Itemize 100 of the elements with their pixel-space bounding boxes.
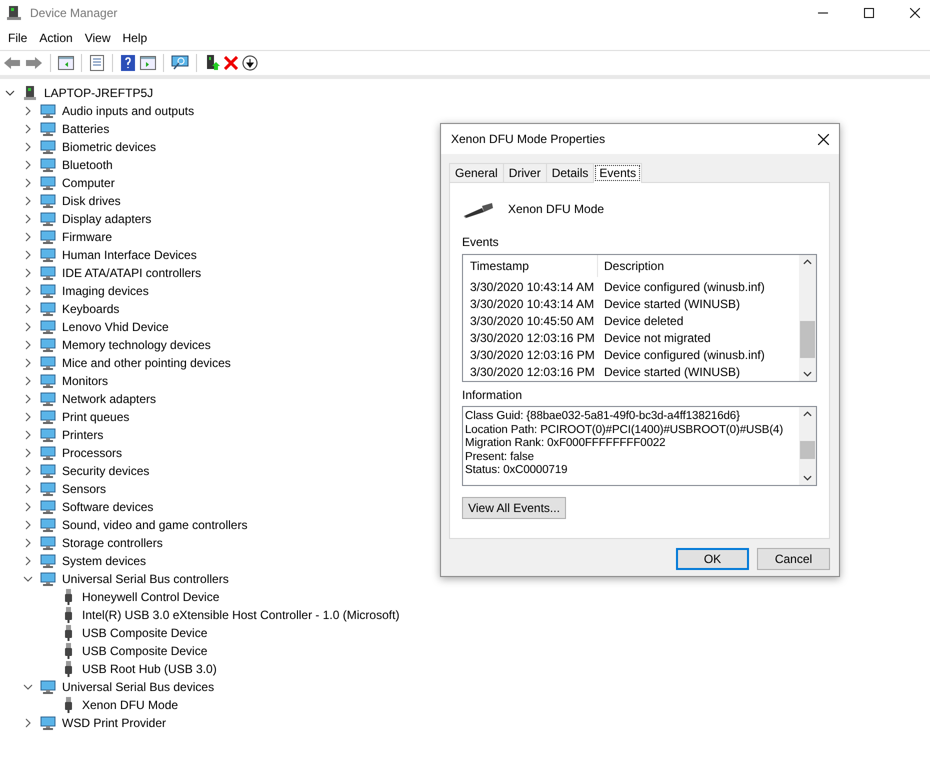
- chevron-icon[interactable]: [23, 412, 33, 422]
- tree-item[interactable]: Security devices: [62, 464, 150, 478]
- tree-item[interactable]: Processors: [62, 446, 122, 460]
- chevron-icon[interactable]: [23, 142, 33, 152]
- table-cell-text: Device configured (winusb.inf): [603, 280, 765, 294]
- menu-item[interactable]: Help: [116, 31, 154, 45]
- view-all-events-button[interactable]: View All Events...: [462, 497, 566, 519]
- scrollbar[interactable]: [799, 407, 816, 485]
- chevron-icon[interactable]: [23, 160, 33, 170]
- cancel-button[interactable]: Cancel: [757, 548, 830, 570]
- tree-item[interactable]: Print queues: [62, 410, 130, 424]
- tab[interactable]: General: [449, 163, 504, 182]
- chevron-icon[interactable]: [23, 466, 33, 476]
- tree-item[interactable]: Monitors: [62, 374, 108, 388]
- window-panel-icon[interactable]: [58, 55, 74, 71]
- chevron-icon[interactable]: [23, 448, 33, 458]
- tree-item[interactable]: Honeywell Control Device: [82, 590, 220, 604]
- tree-item[interactable]: USB Composite Device: [82, 626, 208, 640]
- close-icon[interactable]: [818, 134, 829, 144]
- chevron-icon[interactable]: [23, 214, 33, 224]
- tree-item[interactable]: Lenovo Vhid Device: [62, 320, 169, 334]
- tree-item[interactable]: Printers: [62, 428, 104, 442]
- chevron-icon[interactable]: [23, 322, 33, 332]
- help-icon[interactable]: [120, 55, 136, 71]
- column-header[interactable]: Timestamp: [463, 255, 598, 277]
- tree-item[interactable]: Bluetooth: [62, 158, 113, 172]
- scroll-down-icon[interactable]: [803, 475, 812, 481]
- down-arrow-circle-icon[interactable]: [242, 55, 258, 71]
- properties-sheet-icon[interactable]: [89, 55, 105, 71]
- menu-item[interactable]: Action: [33, 31, 79, 45]
- tab[interactable]: Events: [593, 163, 642, 183]
- chevron-icon[interactable]: [23, 520, 33, 530]
- chevron-icon[interactable]: [23, 394, 33, 404]
- menu-item[interactable]: View: [78, 31, 116, 45]
- tree-item[interactable]: USB Composite Device: [82, 644, 208, 658]
- tree-item[interactable]: Xenon DFU Mode: [82, 698, 178, 712]
- tree-item[interactable]: Network adapters: [62, 392, 156, 406]
- tree-item[interactable]: Biometric devices: [62, 140, 156, 154]
- device-up-arrow-icon[interactable]: [204, 55, 220, 71]
- tree-item[interactable]: WSD Print Provider: [62, 716, 166, 730]
- close-icon[interactable]: [910, 8, 920, 18]
- chevron-icon[interactable]: [23, 106, 33, 116]
- column-header[interactable]: Description: [598, 255, 664, 277]
- tree-item[interactable]: LAPTOP-JREFTP5J: [44, 86, 154, 100]
- chevron-icon[interactable]: [23, 574, 33, 584]
- tree-item[interactable]: Universal Serial Bus devices: [62, 680, 214, 694]
- back-arrow-icon[interactable]: [3, 55, 21, 71]
- scroll-up-icon[interactable]: [803, 259, 812, 265]
- chevron-icon[interactable]: [23, 502, 33, 512]
- scroll-thumb[interactable]: [800, 441, 815, 459]
- tree-item[interactable]: Audio inputs and outputs: [62, 104, 194, 118]
- chevron-icon[interactable]: [23, 196, 33, 206]
- chevron-icon[interactable]: [23, 556, 33, 566]
- scroll-thumb[interactable]: [800, 321, 815, 358]
- tree-item[interactable]: Sound, video and game controllers: [62, 518, 248, 532]
- tree-item[interactable]: Computer: [62, 176, 115, 190]
- chevron-icon[interactable]: [23, 268, 33, 278]
- chevron-icon[interactable]: [23, 250, 33, 260]
- monitor-magnifier-icon[interactable]: [171, 55, 189, 71]
- window-panel-icon[interactable]: [140, 55, 156, 71]
- chevron-icon[interactable]: [23, 286, 33, 296]
- collapse-chevron-icon[interactable]: [5, 88, 15, 98]
- tree-item[interactable]: Batteries: [62, 122, 110, 136]
- tree-item[interactable]: Display adapters: [62, 212, 152, 226]
- chevron-icon[interactable]: [23, 430, 33, 440]
- scrollbar[interactable]: [799, 255, 816, 381]
- tree-item[interactable]: Firmware: [62, 230, 112, 244]
- scroll-up-icon[interactable]: [803, 411, 812, 417]
- chevron-icon[interactable]: [23, 358, 33, 368]
- forward-arrow-icon[interactable]: [25, 55, 43, 71]
- tree-item[interactable]: System devices: [62, 554, 146, 568]
- chevron-icon[interactable]: [23, 376, 33, 386]
- maximize-icon[interactable]: [864, 8, 874, 18]
- tree-item[interactable]: Disk drives: [62, 194, 121, 208]
- tree-item[interactable]: IDE ATA/ATAPI controllers: [62, 266, 202, 280]
- chevron-icon[interactable]: [23, 178, 33, 188]
- tree-item[interactable]: Keyboards: [62, 302, 120, 316]
- tree-item[interactable]: USB Root Hub (USB 3.0): [82, 662, 217, 676]
- chevron-icon[interactable]: [23, 304, 33, 314]
- ok-button[interactable]: OK: [676, 548, 749, 570]
- tree-item[interactable]: Memory technology devices: [62, 338, 211, 352]
- chevron-icon[interactable]: [23, 682, 33, 692]
- tree-item[interactable]: Universal Serial Bus controllers: [62, 572, 229, 586]
- tree-item[interactable]: Human Interface Devices: [62, 248, 197, 262]
- scroll-down-icon[interactable]: [803, 371, 812, 377]
- tree-item[interactable]: Mice and other pointing devices: [62, 356, 231, 370]
- chevron-icon[interactable]: [23, 538, 33, 548]
- chevron-icon[interactable]: [23, 124, 33, 134]
- delete-cross-icon[interactable]: [224, 56, 238, 70]
- device-category-icon: [40, 373, 56, 389]
- chevron-icon[interactable]: [23, 340, 33, 350]
- tree-item[interactable]: Imaging devices: [62, 284, 149, 298]
- chevron-icon[interactable]: [23, 484, 33, 494]
- chevron-icon[interactable]: [23, 718, 33, 728]
- tree-item[interactable]: Intel(R) USB 3.0 eXtensible Host Controller - 1.0 (Microsoft): [82, 608, 400, 622]
- tree-item[interactable]: Software devices: [62, 500, 154, 514]
- chevron-icon[interactable]: [23, 232, 33, 242]
- tree-item[interactable]: Storage controllers: [62, 536, 163, 550]
- menu-item[interactable]: File: [2, 31, 34, 45]
- tree-item[interactable]: Sensors: [62, 482, 106, 496]
